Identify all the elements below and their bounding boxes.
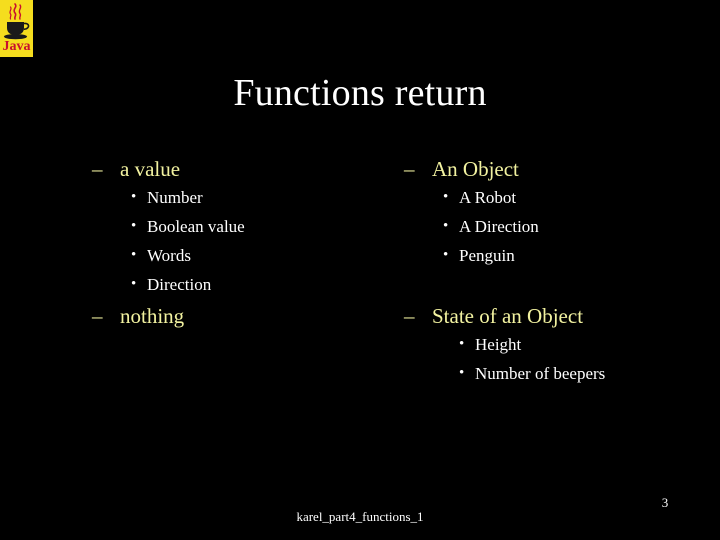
- group-state-of-an-object: – State of an Object • Height • Number o…: [400, 302, 720, 388]
- bullet-icon: •: [131, 247, 137, 263]
- dash-marker-icon: –: [404, 304, 415, 328]
- list-item-label: Number of beepers: [475, 364, 606, 383]
- group-heading-nothing: – nothing: [88, 302, 408, 330]
- list-item: • Height: [400, 330, 720, 359]
- svg-text:Java: Java: [3, 39, 31, 54]
- list-item-label: Penguin: [459, 246, 515, 265]
- java-logo: Java: [0, 0, 33, 57]
- footer-label: karel_part4_functions_1: [296, 509, 424, 524]
- bullet-icon: •: [131, 218, 137, 234]
- list-item: • Number: [88, 183, 408, 212]
- dash-marker-icon: –: [92, 157, 103, 181]
- list-item-label: A Direction: [459, 217, 539, 236]
- group-heading-label: State of an Object: [432, 304, 584, 328]
- list-item: • Boolean value: [88, 212, 408, 241]
- bullet-icon: •: [131, 189, 137, 205]
- list-item: • Penguin: [400, 241, 720, 270]
- slide-body: – a value • Number • Boolean value • Wor…: [0, 155, 720, 405]
- group-heading-state-of-an-object: – State of an Object: [400, 302, 720, 330]
- sub-list-state-of-an-object: • Height • Number of beepers: [400, 330, 720, 388]
- page-number: 3: [661, 495, 669, 510]
- list-item: • Direction: [88, 270, 408, 299]
- list-item: • Number of beepers: [400, 359, 720, 388]
- bullet-icon: •: [443, 218, 449, 234]
- list-item: • Words: [88, 241, 408, 270]
- list-item-label: Number: [147, 188, 203, 207]
- group-an-object: – An Object • A Robot • A Direction • Pe…: [400, 155, 720, 270]
- list-item-label: A Robot: [459, 188, 517, 207]
- list-item: • A Robot: [400, 183, 720, 212]
- bullet-icon: •: [131, 276, 137, 292]
- sub-list-a-value: • Number • Boolean value • Words • Direc…: [88, 183, 408, 299]
- group-heading-label: a value: [120, 157, 181, 181]
- content-column-right: – An Object • A Robot • A Direction • Pe…: [400, 155, 720, 388]
- list-item: • A Direction: [400, 212, 720, 241]
- group-heading-label: nothing: [120, 304, 185, 328]
- list-item-label: Height: [475, 335, 522, 354]
- list-item-label: Boolean value: [147, 217, 245, 236]
- content-column-left: – a value • Number • Boolean value • Wor…: [88, 155, 408, 330]
- dash-marker-icon: –: [404, 157, 415, 181]
- page-title: Functions return: [233, 72, 487, 114]
- java-logo-graphic: Java: [0, 0, 33, 57]
- group-nothing: – nothing: [88, 302, 408, 330]
- list-item-label: Direction: [147, 275, 212, 294]
- bullet-icon: •: [443, 189, 449, 205]
- group-a-value: – a value • Number • Boolean value • Wor…: [88, 155, 408, 299]
- list-item-label: Words: [147, 246, 191, 265]
- dash-marker-icon: –: [92, 304, 103, 328]
- group-heading-an-object: – An Object: [400, 155, 720, 183]
- sub-list-an-object: • A Robot • A Direction • Penguin: [400, 183, 720, 270]
- group-heading-a-value: – a value: [88, 155, 408, 183]
- presentation-slide: Java Functions return – a value • Number…: [0, 0, 720, 540]
- bullet-icon: •: [459, 365, 465, 381]
- bullet-icon: •: [459, 336, 465, 352]
- group-heading-label: An Object: [432, 157, 519, 181]
- bullet-icon: •: [443, 247, 449, 263]
